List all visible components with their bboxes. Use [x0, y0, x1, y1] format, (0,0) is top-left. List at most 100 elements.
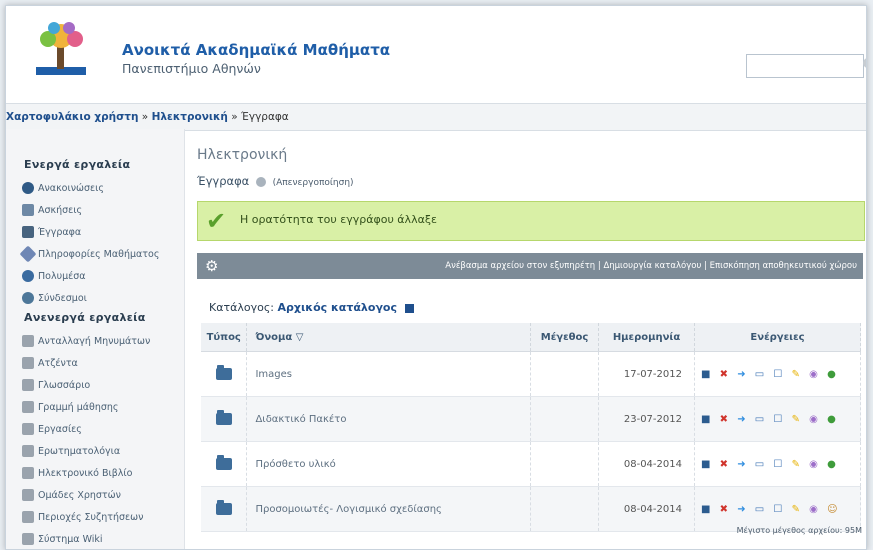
delete-icon[interactable]: ✖: [720, 459, 728, 470]
visibility-eye-icon[interactable]: ◉: [809, 414, 818, 425]
rename-icon[interactable]: ▭: [755, 459, 764, 470]
comment-icon[interactable]: ☐: [773, 414, 782, 425]
file-name[interactable]: Images: [246, 351, 532, 397]
sidebar-item-wiki[interactable]: Σύστημα Wiki: [6, 528, 184, 549]
documents-table: Τύπος Όνομα ▽ Μέγεθος Ημερομηνία Ενέργει…: [201, 323, 862, 532]
wiki-icon: [22, 533, 34, 545]
catalog-value[interactable]: Αρχικός κατάλογος: [277, 301, 397, 314]
file-name[interactable]: Διδακτικό Πακέτο: [246, 396, 532, 442]
visibility-eye-icon[interactable]: ◉: [809, 459, 818, 470]
save-icon[interactable]: ■: [701, 459, 710, 470]
gear-icon[interactable]: [255, 176, 266, 187]
sidebar-item-label: Γλωσσάριο: [38, 379, 91, 391]
upload-file-link[interactable]: Ανέβασμα αρχείου στον εξυπηρέτη: [445, 261, 595, 271]
folder-icon[interactable]: [215, 410, 232, 425]
user-icon[interactable]: ☺: [827, 504, 837, 515]
sidebar-item-ebook[interactable]: Ηλεκτρονικό Βιβλίο: [6, 462, 184, 484]
share-icon[interactable]: ●: [827, 459, 836, 470]
folder-icon[interactable]: [215, 500, 232, 515]
create-folder-link[interactable]: Δημιουργία καταλόγου: [603, 261, 701, 271]
sidebar-item-forums[interactable]: Περιοχές Συζητήσεων: [6, 506, 184, 528]
quota-link[interactable]: Επισκόπηση αποθηκευτικού χώρου: [710, 261, 857, 271]
rename-icon[interactable]: ▭: [755, 369, 764, 380]
sidebar-item-links[interactable]: Σύνδεσμοι: [6, 287, 184, 309]
toolbar-separator: |: [701, 261, 710, 271]
search-icon[interactable]: [863, 58, 866, 68]
save-icon[interactable]: ■: [701, 504, 710, 515]
documents-icon: [22, 226, 34, 238]
sidebar-item-user-groups[interactable]: Ομάδες Χρηστών: [6, 484, 184, 506]
brand-subtitle: Πανεπιστήμιο Αθηνών: [122, 61, 261, 76]
move-icon[interactable]: ➜: [737, 414, 745, 425]
save-icon[interactable]: ■: [701, 414, 710, 425]
sidebar-item-exercises[interactable]: Ασκήσεις: [6, 199, 184, 221]
sidebar-item-agenda[interactable]: Ατζέντα: [6, 352, 184, 374]
folder-icon[interactable]: [215, 455, 232, 470]
column-header-name[interactable]: Όνομα ▽: [246, 323, 532, 352]
file-name[interactable]: Πρόσθετο υλικό: [246, 441, 532, 487]
sidebar-item-documents[interactable]: Έγγραφα: [6, 221, 184, 243]
breadcrumb-home[interactable]: Χαρτοφυλάκιο χρήστη: [6, 111, 138, 123]
type-cell: [201, 486, 248, 532]
sidebar-item-glossary[interactable]: Γλωσσάριο: [6, 374, 184, 396]
sidebar-item-assignments[interactable]: Εργασίες: [6, 418, 184, 440]
settings-gear-icon[interactable]: ⚙: [205, 258, 221, 274]
move-icon[interactable]: ➜: [737, 369, 745, 380]
sidebar-item-multimedia[interactable]: Πολυμέσα: [6, 265, 184, 287]
search-input[interactable]: [746, 54, 864, 78]
type-cell: [201, 351, 248, 397]
sidebar: Ενεργά εργαλεία Ανακοινώσεις Ασκήσεις Έγ…: [6, 129, 185, 549]
links-icon: [22, 292, 34, 304]
file-size: [530, 441, 600, 487]
section-label: Έγγραφα: [197, 174, 250, 188]
edit-icon[interactable]: ✎: [792, 369, 800, 380]
folder-icon[interactable]: [215, 365, 232, 380]
sidebar-item-announcements[interactable]: Ανακοινώσεις: [6, 177, 184, 199]
delete-icon[interactable]: ✖: [720, 369, 728, 380]
save-icon[interactable]: ■: [701, 369, 710, 380]
max-file-size: Μέγιστο μέγεθος αρχείου: 95M: [736, 526, 862, 535]
file-size: [530, 486, 600, 532]
delete-icon[interactable]: ✖: [720, 414, 728, 425]
sidebar-item-label: Σύνδεσμοι: [38, 292, 87, 304]
rename-icon[interactable]: ▭: [755, 504, 764, 515]
exercises-icon: [22, 204, 34, 216]
sidebar-item-label: Ανακοινώσεις: [38, 182, 104, 194]
share-icon[interactable]: ●: [827, 414, 836, 425]
delete-icon[interactable]: ✖: [720, 504, 728, 515]
sidebar-item-label: Έγγραφα: [38, 226, 82, 238]
save-icon[interactable]: [404, 303, 414, 313]
sidebar-item-course-info[interactable]: Πληροφορίες Μαθήματος: [6, 243, 184, 265]
table-header-row: Τύπος Όνομα ▽ Μέγεθος Ημερομηνία Ενέργει…: [201, 323, 862, 352]
breadcrumb-separator: »: [138, 111, 152, 123]
deactivate-link[interactable]: (Απενεργοποίηση): [273, 178, 354, 188]
move-icon[interactable]: ➜: [737, 504, 745, 515]
breadcrumb-separator: »: [227, 111, 242, 123]
actions-cell: ■ ✖ ➜ ▭ ☐ ✎ ◉ ●: [694, 441, 862, 487]
visibility-eye-icon[interactable]: ◉: [809, 504, 818, 515]
share-icon[interactable]: ●: [827, 369, 836, 380]
sort-icon[interactable]: ▽: [296, 332, 304, 343]
comment-icon[interactable]: ☐: [773, 459, 782, 470]
actions-cell: ■ ✖ ➜ ▭ ☐ ✎ ◉ ●: [694, 396, 862, 442]
glossary-icon: [22, 379, 34, 391]
forums-icon: [22, 511, 34, 523]
move-icon[interactable]: ➜: [737, 459, 745, 470]
sidebar-item-messages[interactable]: Ανταλλαγή Μηνυμάτων: [6, 330, 184, 352]
sidebar-item-learning-path[interactable]: Γραμμή μάθησης: [6, 396, 184, 418]
visibility-eye-icon[interactable]: ◉: [809, 369, 818, 380]
rename-icon[interactable]: ▭: [755, 414, 764, 425]
edit-icon[interactable]: ✎: [792, 459, 800, 470]
app-frame: Ανοικτά Ακαδημαϊκά Μαθήματα Πανεπιστήμιο…: [5, 5, 867, 550]
file-name[interactable]: Προσομοιωτές- Λογισμικό σχεδίασης: [246, 486, 532, 532]
breadcrumb-current: Έγγραφα: [241, 111, 289, 123]
table-row: Προσομοιωτές- Λογισμικό σχεδίασης 08-04-…: [201, 486, 862, 532]
comment-icon[interactable]: ☐: [773, 504, 782, 515]
comment-icon[interactable]: ☐: [773, 369, 782, 380]
type-cell: [201, 396, 248, 442]
sidebar-item-label: Εργασίες: [38, 423, 82, 435]
edit-icon[interactable]: ✎: [792, 414, 800, 425]
breadcrumb-course[interactable]: Ηλεκτρονική: [152, 111, 228, 123]
sidebar-item-questionnaires[interactable]: Ερωτηματολόγια: [6, 440, 184, 462]
edit-icon[interactable]: ✎: [792, 504, 800, 515]
